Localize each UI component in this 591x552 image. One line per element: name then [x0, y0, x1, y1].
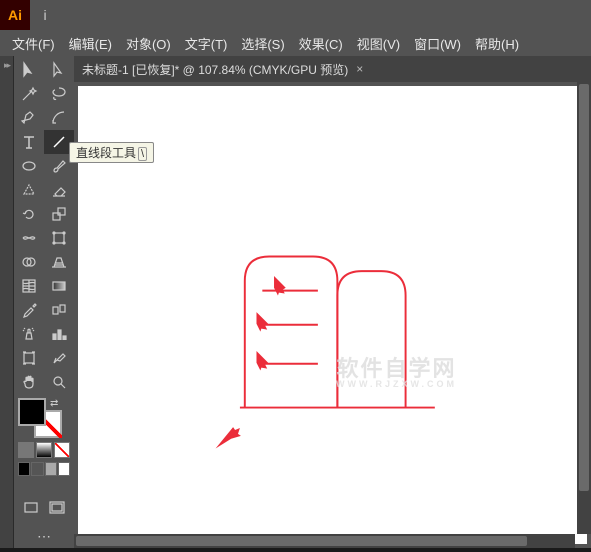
content-area: 未标题-1 [已恢复]* @ 107.84% (CMYK/GPU 预览) × — [74, 56, 591, 548]
menu-type[interactable]: 文字(T) — [181, 32, 232, 55]
main-area: ▸▸ — [0, 56, 591, 548]
perspective-grid-tool[interactable] — [44, 250, 74, 274]
selection-tool[interactable] — [14, 58, 44, 82]
panel-collapse-strip[interactable]: ▸▸ — [0, 56, 14, 548]
artwork — [78, 86, 587, 544]
type-tool[interactable] — [14, 130, 44, 154]
canvas[interactable]: 软件自学网 WWW.RJZXW.COM — [78, 86, 587, 544]
close-tab-button[interactable]: × — [356, 62, 363, 76]
screen-mode-full[interactable] — [44, 496, 70, 520]
gradient-mode-button[interactable] — [36, 442, 52, 458]
tool-tooltip: 直线段工具\ — [69, 142, 154, 163]
swap-fill-stroke-icon[interactable]: ⇄ — [50, 398, 62, 410]
mesh-tool[interactable] — [14, 274, 44, 298]
hand-tool[interactable] — [14, 370, 44, 394]
gradient-tool[interactable] — [44, 274, 74, 298]
collapse-arrows-icon: ▸▸ — [4, 60, 9, 71]
menu-object[interactable]: 对象(O) — [122, 32, 175, 55]
title-bar: Ai i — [0, 0, 591, 30]
screen-mode-normal[interactable] — [18, 496, 44, 520]
lasso-tool[interactable] — [44, 82, 74, 106]
menu-window[interactable]: 窗口(W) — [410, 32, 465, 55]
app-logo: Ai — [0, 0, 30, 30]
rotate-tool[interactable] — [14, 202, 44, 226]
screen-mode-row — [18, 462, 70, 476]
color-gray[interactable] — [45, 462, 57, 476]
scrollbar-vertical[interactable] — [577, 82, 591, 534]
menu-file[interactable]: 文件(F) — [8, 32, 59, 55]
symbol-sprayer-tool[interactable] — [14, 322, 44, 346]
watermark: 软件自学网 WWW.RJZXW.COM — [336, 358, 457, 389]
none-mode-button[interactable] — [54, 442, 70, 458]
column-graph-tool[interactable] — [44, 322, 74, 346]
scale-tool[interactable] — [44, 202, 74, 226]
menu-edit[interactable]: 编辑(E) — [65, 32, 116, 55]
shaper-tool[interactable] — [14, 178, 44, 202]
document-tab[interactable]: 未标题-1 [已恢复]* @ 107.84% (CMYK/GPU 预览) — [82, 61, 348, 78]
free-transform-tool[interactable] — [44, 226, 74, 250]
menu-bar: 文件(F) 编辑(E) 对象(O) 文字(T) 选择(S) 效果(C) 视图(V… — [0, 30, 591, 56]
fill-swatch[interactable] — [18, 398, 46, 426]
ellipse-tool[interactable] — [14, 154, 44, 178]
color-black[interactable] — [18, 462, 30, 476]
magic-wand-tool[interactable] — [14, 82, 44, 106]
menu-select[interactable]: 选择(S) — [237, 32, 288, 55]
scrollbar-horizontal[interactable] — [74, 534, 575, 548]
menu-view[interactable]: 视图(V) — [353, 32, 404, 55]
info-icon[interactable]: i — [30, 7, 60, 23]
edit-toolbar-button[interactable]: ⋯ — [18, 524, 70, 548]
eyedropper-tool[interactable] — [14, 298, 44, 322]
zoom-tool[interactable] — [44, 370, 74, 394]
document-tab-bar: 未标题-1 [已恢复]* @ 107.84% (CMYK/GPU 预览) × — [74, 56, 591, 82]
shape-builder-tool[interactable] — [14, 250, 44, 274]
color-mode-button[interactable] — [18, 442, 34, 458]
scrollbar-h-thumb[interactable] — [76, 536, 527, 546]
menu-effect[interactable]: 效果(C) — [295, 32, 347, 55]
curvature-tool[interactable] — [44, 106, 74, 130]
tool-panel: ⇄ ⋯ — [14, 56, 74, 548]
direct-selection-tool[interactable] — [44, 58, 74, 82]
fill-stroke-swatch[interactable]: ⇄ — [18, 398, 68, 438]
blend-tool[interactable] — [44, 298, 74, 322]
scrollbar-v-thumb[interactable] — [579, 84, 589, 491]
pen-tool[interactable] — [14, 106, 44, 130]
eraser-tool[interactable] — [44, 178, 74, 202]
width-tool[interactable] — [14, 226, 44, 250]
color-swatches-panel: ⇄ ⋯ — [14, 394, 74, 552]
artboard-tool[interactable] — [14, 346, 44, 370]
color-dkgray[interactable] — [31, 462, 43, 476]
app-window: Ai i 文件(F) 编辑(E) 对象(O) 文字(T) 选择(S) 效果(C)… — [0, 0, 591, 548]
menu-help[interactable]: 帮助(H) — [471, 32, 523, 55]
slice-tool[interactable] — [44, 346, 74, 370]
color-white[interactable] — [58, 462, 70, 476]
